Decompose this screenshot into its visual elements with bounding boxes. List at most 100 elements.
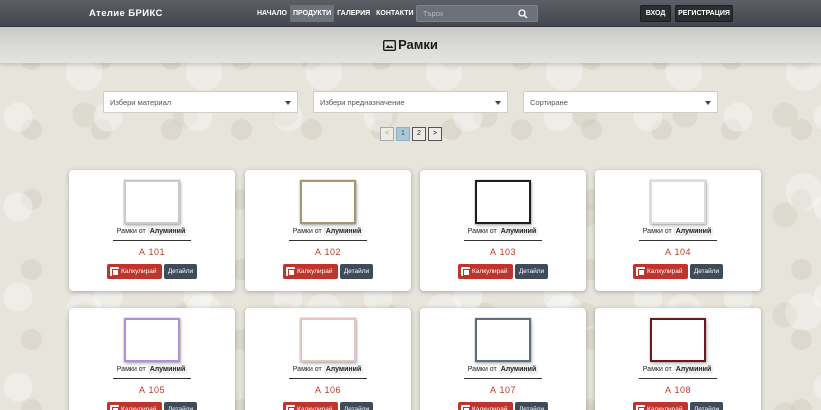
- calculator-icon: [461, 267, 470, 276]
- details-button[interactable]: Детайли: [340, 264, 373, 279]
- frame-icon: [383, 40, 397, 51]
- calculate-button[interactable]: Калкулирай: [283, 402, 338, 410]
- calculate-button[interactable]: Калкулирай: [633, 402, 688, 410]
- chevron-down-icon: [495, 101, 501, 105]
- frames-from-label: Рамки от: [467, 228, 497, 235]
- chevron-down-icon: [285, 101, 291, 105]
- material-label: Рамки от Алуминий: [69, 227, 235, 241]
- chevron-down-icon: [705, 101, 711, 105]
- calculate-label: Калкулирай: [121, 406, 157, 410]
- material-name: Алуминий: [498, 227, 539, 236]
- label-underline: [113, 240, 191, 241]
- product-card[interactable]: Рамки от Алуминий А 108 Калкулирай Детайли: [595, 308, 761, 410]
- pagination-next[interactable]: >: [428, 127, 442, 141]
- register-button[interactable]: РЕГИСТРАЦИЯ: [675, 5, 733, 22]
- details-button[interactable]: Детайли: [515, 264, 548, 279]
- frame-preview[interactable]: [124, 318, 180, 362]
- search-icon[interactable]: [518, 9, 528, 19]
- frame-preview[interactable]: [475, 180, 531, 224]
- calculator-icon: [286, 267, 295, 276]
- calculate-button[interactable]: Калкулирай: [633, 264, 688, 279]
- material-label: Рамки от Алуминий: [420, 365, 586, 379]
- search-input[interactable]: [423, 8, 519, 20]
- pagination-page-1[interactable]: 1: [396, 127, 410, 141]
- calculate-button[interactable]: Калкулирай: [458, 402, 513, 410]
- login-button[interactable]: ВХОД: [640, 5, 671, 22]
- frame-preview[interactable]: [124, 180, 180, 224]
- material-label: Рамки от Алуминий: [245, 365, 411, 379]
- material-label: Рамки от Алуминий: [420, 227, 586, 241]
- page-title: Рамки: [0, 37, 821, 52]
- product-code: А 108: [664, 385, 692, 395]
- details-button[interactable]: Детайли: [690, 264, 723, 279]
- calculate-button[interactable]: Калкулирай: [283, 264, 338, 279]
- calculate-button[interactable]: Калкулирай: [458, 264, 513, 279]
- material-name: Алуминий: [673, 365, 714, 374]
- calculator-icon: [636, 267, 645, 276]
- details-button[interactable]: Детайли: [515, 402, 548, 410]
- material-name: Алуминий: [147, 365, 188, 374]
- sort-select[interactable]: Сортиране: [523, 91, 718, 113]
- frame-preview[interactable]: [650, 318, 706, 362]
- details-button[interactable]: Детайли: [340, 402, 373, 410]
- nav-link-products[interactable]: ПРОДУКТИ: [290, 5, 335, 22]
- details-button[interactable]: Детайли: [690, 402, 723, 410]
- frame-preview[interactable]: [300, 318, 356, 362]
- label-underline: [639, 378, 717, 379]
- details-button[interactable]: Детайли: [164, 402, 197, 410]
- frames-from-label: Рамки от: [642, 228, 672, 235]
- label-underline: [639, 240, 717, 241]
- calculator-icon: [110, 405, 119, 410]
- calculator-icon: [286, 405, 295, 410]
- calculate-label: Калкулирай: [647, 406, 683, 410]
- calculate-button[interactable]: Калкулирай: [107, 264, 162, 279]
- main-nav: НАЧАЛО ПРОДУКТИ ГАЛЕРИЯ КОНТАКТИ: [254, 5, 417, 22]
- title-band: Рамки: [0, 27, 821, 63]
- pagination-page-2[interactable]: 2: [412, 127, 426, 141]
- pagination-prev[interactable]: <: [380, 127, 394, 141]
- label-underline: [289, 240, 367, 241]
- page-title-text: Рамки: [398, 37, 438, 52]
- product-card[interactable]: Рамки от Алуминий А 105 Калкулирай Детайли: [69, 308, 235, 410]
- product-card[interactable]: Рамки от Алуминий А 102 Калкулирай Детайли: [245, 170, 411, 291]
- calculate-label: Калкулирай: [121, 268, 157, 275]
- material-select[interactable]: Избери материал: [103, 91, 298, 113]
- frames-from-label: Рамки от: [116, 366, 146, 373]
- nav-link-gallery[interactable]: ГАЛЕРИЯ: [334, 5, 373, 22]
- material-name: Алуминий: [498, 365, 539, 374]
- frame-preview[interactable]: [650, 180, 706, 224]
- calculate-label: Калкулирай: [647, 268, 683, 275]
- material-label: Рамки от Алуминий: [595, 365, 761, 379]
- product-code: А 104: [664, 247, 692, 257]
- product-card[interactable]: Рамки от Алуминий А 104 Калкулирай Детайли: [595, 170, 761, 291]
- calculate-button[interactable]: Калкулирай: [107, 402, 162, 410]
- product-card[interactable]: Рамки от Алуминий А 101 Калкулирай Детайли: [69, 170, 235, 291]
- product-code: А 105: [138, 385, 166, 395]
- frames-from-label: Рамки от: [467, 366, 497, 373]
- material-label: Рамки от Алуминий: [245, 227, 411, 241]
- details-button[interactable]: Детайли: [164, 264, 197, 279]
- product-code: А 106: [314, 385, 342, 395]
- label-underline: [464, 240, 542, 241]
- frame-preview[interactable]: [475, 318, 531, 362]
- purpose-select-value: Избери предназначение: [320, 98, 405, 107]
- nav-link-contacts[interactable]: КОНТАКТИ: [373, 5, 416, 22]
- frame-preview[interactable]: [300, 180, 356, 224]
- product-card[interactable]: Рамки от Алуминий А 103 Калкулирай Детайли: [420, 170, 586, 291]
- frames-from-label: Рамки от: [642, 366, 672, 373]
- frames-from-label: Рамки от: [292, 228, 322, 235]
- product-code: А 102: [314, 247, 342, 257]
- material-label: Рамки от Алуминий: [69, 365, 235, 379]
- nav-link-home[interactable]: НАЧАЛО: [254, 5, 290, 22]
- frames-from-label: Рамки от: [116, 228, 146, 235]
- product-card[interactable]: Рамки от Алуминий А 107 Калкулирай Детайли: [420, 308, 586, 410]
- purpose-select[interactable]: Избери предназначение: [313, 91, 508, 113]
- brand-logo[interactable]: Ателие БРИКС: [89, 8, 163, 19]
- pagination: < 1 2 >: [380, 127, 442, 141]
- calculate-label: Калкулирай: [297, 268, 333, 275]
- calculator-icon: [636, 405, 645, 410]
- product-code: А 107: [489, 385, 517, 395]
- product-code: А 103: [489, 247, 517, 257]
- product-card[interactable]: Рамки от Алуминий А 106 Калкулирай Детайли: [245, 308, 411, 410]
- label-underline: [464, 378, 542, 379]
